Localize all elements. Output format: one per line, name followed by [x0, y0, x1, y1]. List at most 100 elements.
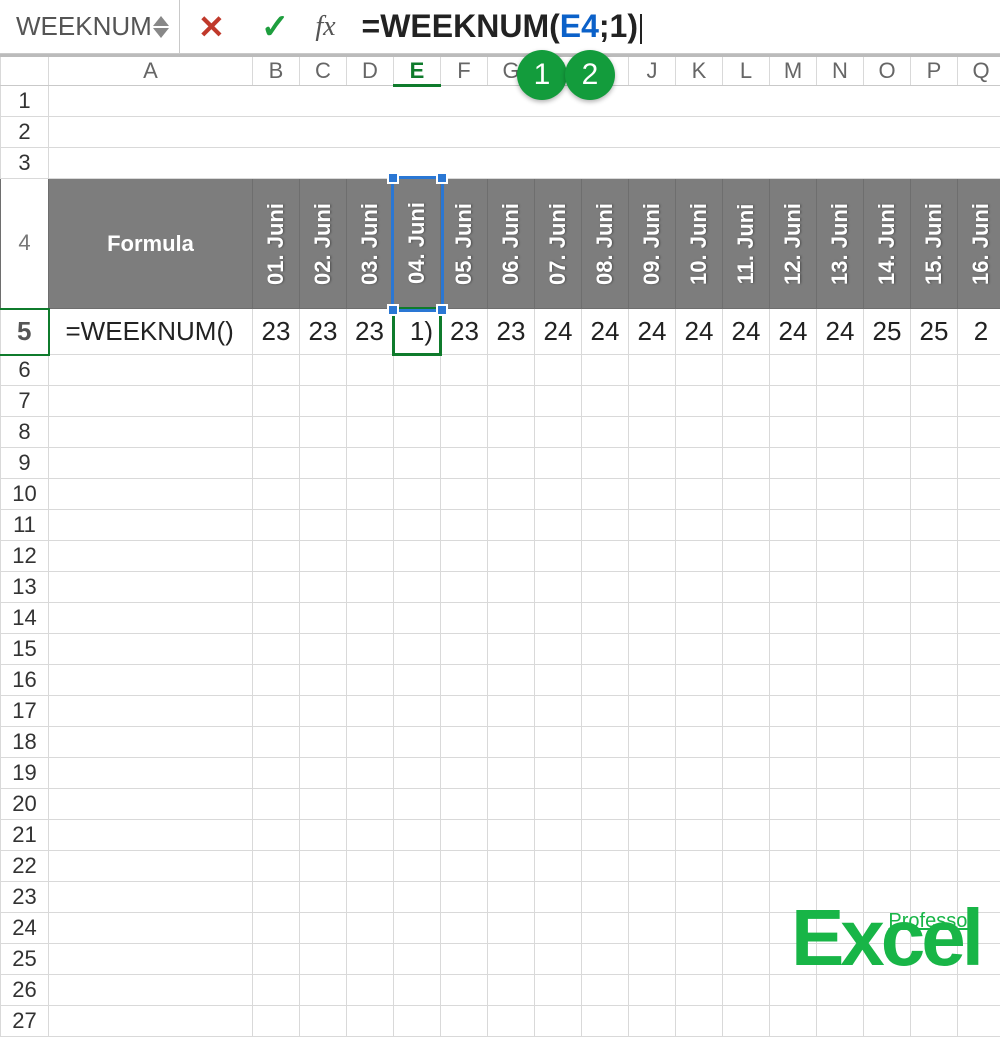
cell[interactable] — [629, 386, 676, 417]
cell[interactable] — [535, 479, 582, 510]
cell[interactable] — [394, 758, 441, 789]
cell[interactable] — [911, 758, 958, 789]
cell[interactable] — [817, 665, 864, 696]
column-header[interactable]: A — [49, 56, 253, 86]
cell[interactable] — [441, 572, 488, 603]
cell[interactable] — [535, 789, 582, 820]
cell[interactable] — [817, 634, 864, 665]
cell[interactable] — [488, 665, 535, 696]
cell[interactable] — [676, 882, 723, 913]
cell[interactable] — [582, 634, 629, 665]
cell[interactable] — [253, 851, 300, 882]
cell[interactable] — [394, 851, 441, 882]
cell[interactable] — [911, 479, 958, 510]
cell[interactable] — [629, 665, 676, 696]
cell[interactable] — [488, 510, 535, 541]
cell[interactable] — [629, 634, 676, 665]
date-header-cell[interactable]: 01. Juni — [253, 179, 300, 309]
cell[interactable] — [723, 634, 770, 665]
cell[interactable] — [958, 758, 1000, 789]
cell[interactable] — [49, 386, 253, 417]
date-header-cell[interactable]: 13. Juni — [817, 179, 864, 309]
cell[interactable] — [770, 355, 817, 386]
cell[interactable] — [911, 541, 958, 572]
cell[interactable] — [582, 355, 629, 386]
cell[interactable] — [770, 696, 817, 727]
cell[interactable] — [770, 851, 817, 882]
cell[interactable] — [629, 975, 676, 1006]
cell[interactable] — [441, 727, 488, 758]
cell[interactable] — [49, 1006, 253, 1037]
cell[interactable] — [582, 1006, 629, 1037]
cell[interactable] — [441, 913, 488, 944]
cell[interactable] — [723, 541, 770, 572]
cell[interactable]: 24 — [676, 309, 723, 355]
cell[interactable] — [253, 882, 300, 913]
cell[interactable] — [723, 572, 770, 603]
cell[interactable] — [629, 882, 676, 913]
cell[interactable] — [629, 510, 676, 541]
cell[interactable] — [864, 696, 911, 727]
cell[interactable] — [300, 851, 347, 882]
cell[interactable] — [582, 913, 629, 944]
confirm-button[interactable]: ✓ — [243, 7, 308, 47]
cell[interactable] — [347, 417, 394, 448]
cell[interactable] — [723, 882, 770, 913]
cell[interactable] — [770, 417, 817, 448]
cell[interactable] — [441, 448, 488, 479]
cell[interactable] — [347, 727, 394, 758]
cell[interactable] — [582, 510, 629, 541]
cell[interactable] — [300, 603, 347, 634]
date-header-cell[interactable]: 08. Juni — [582, 179, 629, 309]
cell[interactable] — [488, 572, 535, 603]
row-header[interactable]: 13 — [1, 572, 49, 603]
cell[interactable] — [535, 541, 582, 572]
cell[interactable] — [441, 417, 488, 448]
formula-label-cell[interactable]: =WEEKNUM() — [49, 309, 253, 355]
cell[interactable] — [958, 417, 1000, 448]
cell[interactable] — [49, 510, 253, 541]
cell[interactable] — [817, 758, 864, 789]
cell[interactable] — [394, 510, 441, 541]
cell[interactable] — [300, 696, 347, 727]
cell[interactable] — [770, 603, 817, 634]
cell[interactable] — [49, 634, 253, 665]
cell[interactable] — [49, 355, 253, 386]
cell[interactable] — [535, 944, 582, 975]
date-header-cell[interactable]: 11. Juni — [723, 179, 770, 309]
cell[interactable] — [911, 355, 958, 386]
cell[interactable] — [770, 448, 817, 479]
cell[interactable] — [535, 386, 582, 417]
cell[interactable] — [770, 727, 817, 758]
cell[interactable] — [864, 417, 911, 448]
cell[interactable] — [958, 789, 1000, 820]
cell[interactable] — [911, 510, 958, 541]
cell[interactable] — [300, 820, 347, 851]
cell[interactable] — [629, 696, 676, 727]
cell[interactable] — [253, 758, 300, 789]
cell[interactable] — [958, 634, 1000, 665]
cell[interactable] — [347, 1006, 394, 1037]
cell[interactable] — [488, 913, 535, 944]
cell[interactable] — [253, 634, 300, 665]
row-header[interactable]: 11 — [1, 510, 49, 541]
cell[interactable] — [49, 479, 253, 510]
cell[interactable] — [770, 665, 817, 696]
cell[interactable] — [911, 696, 958, 727]
cell[interactable] — [582, 417, 629, 448]
cell[interactable] — [958, 510, 1000, 541]
cell[interactable] — [300, 789, 347, 820]
cell[interactable]: 25 — [864, 309, 911, 355]
chevron-down-icon[interactable] — [153, 28, 169, 38]
cell[interactable] — [300, 355, 347, 386]
cell[interactable] — [488, 603, 535, 634]
cell[interactable] — [441, 386, 488, 417]
cell[interactable] — [958, 448, 1000, 479]
cell[interactable] — [864, 789, 911, 820]
cell[interactable] — [488, 758, 535, 789]
cell[interactable]: 23 — [441, 309, 488, 355]
cell[interactable] — [676, 758, 723, 789]
cell[interactable] — [958, 386, 1000, 417]
cell[interactable] — [300, 758, 347, 789]
cell[interactable] — [535, 758, 582, 789]
